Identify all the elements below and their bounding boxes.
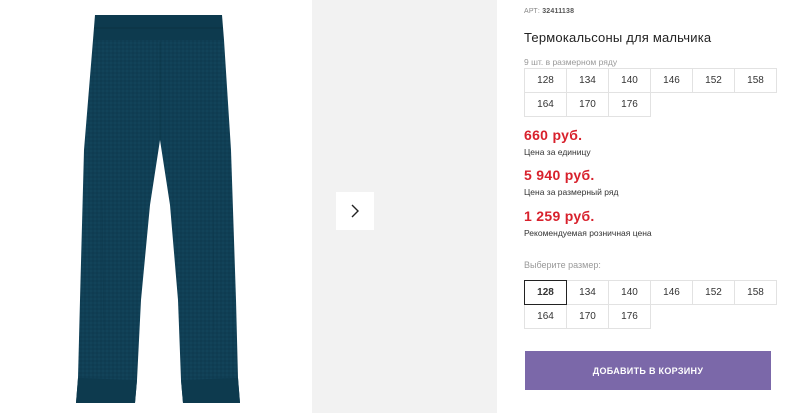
- article-value: 32411138: [542, 8, 575, 15]
- size-option-146[interactable]: 146: [650, 280, 693, 305]
- size-option-128[interactable]: 128: [524, 280, 567, 305]
- chevron-right-icon: [351, 204, 359, 218]
- unit-price: 660 руб.: [524, 127, 583, 143]
- size-picker-label: Выберите размер:: [524, 260, 601, 270]
- pack-size-cell: 170: [566, 92, 609, 117]
- product-info: АРТ: 32411138 Термокальсоны для мальчика…: [524, 0, 800, 413]
- product-photo[interactable]: [0, 0, 310, 413]
- size-option-176[interactable]: 176: [608, 304, 651, 329]
- pack-size-cell: 140: [608, 68, 651, 93]
- size-option-158[interactable]: 158: [734, 280, 777, 305]
- pack-sizes-grid: 128 134 140 146 152 158 164 170 176: [524, 68, 777, 117]
- retail-price: 1 259 руб.: [524, 208, 595, 224]
- product-title: Термокальсоны для мальчика: [524, 30, 712, 45]
- size-option-152[interactable]: 152: [692, 280, 735, 305]
- article-number: АРТ: 32411138: [524, 8, 574, 15]
- pack-size-cell: 128: [524, 68, 567, 93]
- size-picker-grid: 128 134 140 146 152 158 164 170 176: [524, 280, 777, 329]
- pack-size-cell: 176: [608, 92, 651, 117]
- size-option-170[interactable]: 170: [566, 304, 609, 329]
- pack-size-cell: 146: [650, 68, 693, 93]
- size-option-140[interactable]: 140: [608, 280, 651, 305]
- product-gallery: [0, 0, 497, 413]
- pack-size-cell: 164: [524, 92, 567, 117]
- retail-price-label: Рекомендуемая розничная цена: [524, 228, 652, 238]
- size-option-164[interactable]: 164: [524, 304, 567, 329]
- pack-size-cell: 134: [566, 68, 609, 93]
- pack-price: 5 940 руб.: [524, 167, 595, 183]
- thermal-pants-image: [76, 15, 240, 403]
- pack-note: 9 шт. в размерном ряду: [524, 57, 618, 67]
- gallery-next-button[interactable]: [336, 192, 374, 230]
- add-to-cart-button[interactable]: ДОБАВИТЬ В КОРЗИНУ: [525, 351, 771, 390]
- size-option-134[interactable]: 134: [566, 280, 609, 305]
- pack-size-cell: 158: [734, 68, 777, 93]
- pack-price-label: Цена за размерный ряд: [524, 187, 619, 197]
- unit-price-label: Цена за единицу: [524, 147, 591, 157]
- pack-size-cell: 152: [692, 68, 735, 93]
- article-label: АРТ:: [524, 8, 541, 15]
